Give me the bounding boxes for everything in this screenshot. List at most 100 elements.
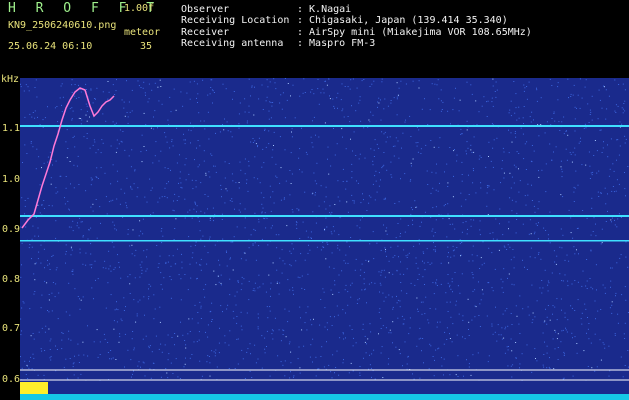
noise-speck — [195, 180, 197, 182]
noise-speck — [290, 371, 291, 373]
noise-speck — [238, 123, 240, 125]
noise-speck — [471, 319, 473, 321]
noise-speck — [370, 148, 372, 150]
noise-speck — [284, 263, 286, 265]
noise-speck — [310, 344, 312, 346]
noise-speck — [375, 170, 377, 172]
noise-speck — [49, 357, 51, 359]
noise-speck — [379, 308, 381, 310]
noise-speck — [141, 161, 143, 163]
noise-speck — [375, 180, 377, 182]
noise-speck — [332, 354, 334, 356]
noise-speck — [324, 326, 326, 328]
noise-speck — [112, 164, 114, 166]
noise-speck — [352, 78, 354, 80]
noise-speck — [191, 318, 193, 320]
noise-speck — [124, 192, 126, 194]
noise-speck — [244, 111, 246, 113]
noise-speck — [51, 205, 53, 207]
noise-speck — [74, 146, 76, 148]
noise-speck — [403, 323, 405, 325]
noise-speck — [370, 367, 372, 369]
noise-speck — [265, 227, 267, 229]
noise-speck — [352, 345, 354, 347]
noise-speck — [263, 197, 265, 199]
noise-speck — [251, 85, 253, 87]
noise-speck — [433, 375, 435, 377]
noise-speck — [158, 160, 160, 162]
noise-speck — [268, 274, 270, 276]
noise-speck — [410, 282, 412, 284]
noise-speck — [407, 225, 409, 226]
noise-speck — [194, 304, 196, 306]
noise-speck — [430, 192, 432, 194]
noise-speck — [472, 260, 474, 262]
noise-speck — [409, 180, 411, 182]
noise-speck — [191, 257, 193, 259]
noise-speck — [494, 331, 496, 333]
noise-speck — [24, 213, 25, 215]
noise-speck — [562, 196, 564, 198]
noise-speck — [330, 231, 332, 233]
noise-speck — [527, 194, 529, 196]
noise-speck — [122, 216, 124, 218]
noise-speck — [378, 271, 380, 273]
noise-speck — [601, 242, 603, 244]
noise-speck — [358, 298, 360, 300]
noise-speck — [536, 89, 538, 91]
noise-speck — [221, 219, 223, 220]
noise-speck — [420, 301, 422, 303]
noise-speck — [124, 333, 126, 335]
noise-speck — [115, 90, 117, 92]
noise-speck — [264, 348, 266, 350]
noise-speck — [548, 366, 550, 368]
noise-speck — [199, 264, 200, 266]
noise-speck — [623, 103, 625, 104]
noise-speck — [229, 258, 231, 260]
noise-speck — [481, 289, 483, 291]
noise-speck — [461, 174, 463, 175]
noise-speck — [30, 356, 32, 358]
noise-speck — [241, 283, 243, 285]
noise-speck — [173, 210, 175, 212]
noise-speck — [127, 229, 129, 230]
noise-speck — [34, 110, 36, 112]
noise-speck — [560, 194, 562, 196]
noise-speck — [384, 276, 386, 278]
noise-speck — [551, 272, 553, 274]
noise-speck — [359, 239, 361, 240]
noise-speck — [209, 362, 211, 364]
noise-speck — [270, 102, 272, 103]
noise-speck — [153, 362, 155, 364]
noise-speck — [364, 341, 366, 343]
noise-speck — [475, 100, 477, 102]
noise-speck — [219, 264, 221, 266]
noise-speck — [409, 115, 411, 117]
noise-speck — [518, 323, 520, 325]
noise-speck — [197, 140, 199, 141]
noise-speck — [185, 158, 187, 160]
noise-speck — [261, 84, 263, 86]
noise-speck — [80, 299, 82, 301]
noise-speck — [33, 338, 35, 340]
noise-speck — [161, 228, 163, 229]
noise-speck — [209, 311, 211, 313]
noise-speck — [596, 150, 598, 152]
noise-speck — [79, 248, 81, 250]
noise-speck — [483, 262, 485, 264]
noise-speck — [253, 177, 255, 179]
noise-speck — [105, 307, 107, 309]
noise-speck — [48, 205, 50, 206]
noise-speck — [92, 102, 94, 104]
noise-speck — [151, 187, 153, 189]
noise-speck — [65, 251, 67, 252]
noise-speck — [462, 336, 463, 338]
noise-speck — [313, 116, 315, 118]
noise-speck — [466, 120, 468, 122]
noise-speck — [266, 306, 268, 308]
noise-speck — [572, 94, 574, 96]
noise-speck — [534, 348, 536, 350]
noise-speck — [220, 284, 222, 286]
noise-speck — [443, 343, 445, 345]
noise-speck — [460, 205, 462, 207]
